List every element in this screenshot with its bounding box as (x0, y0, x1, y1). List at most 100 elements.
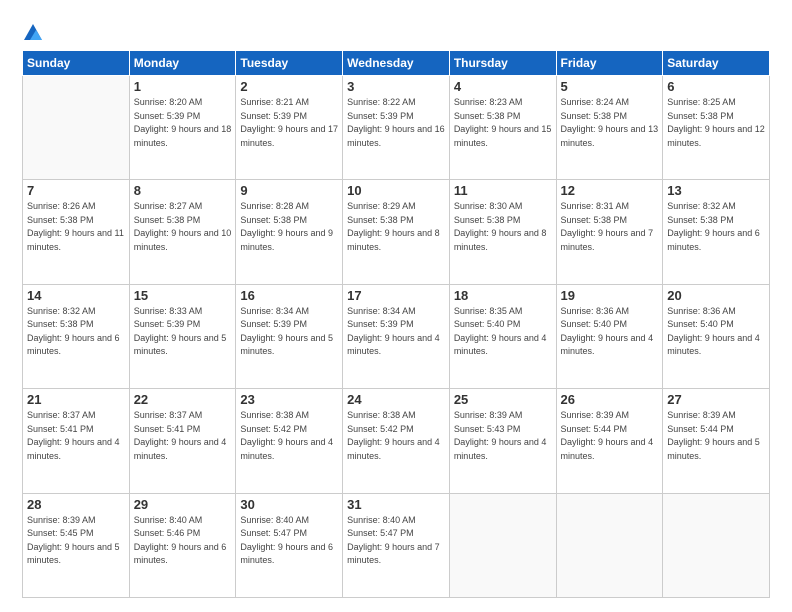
day-number: 16 (240, 288, 338, 303)
day-header-tuesday: Tuesday (236, 51, 343, 76)
cell-info: Sunrise: 8:36 AMSunset: 5:40 PMDaylight:… (667, 305, 765, 359)
cell-info: Sunrise: 8:31 AMSunset: 5:38 PMDaylight:… (561, 200, 659, 254)
calendar-cell: 29 Sunrise: 8:40 AMSunset: 5:46 PMDayligh… (129, 493, 236, 597)
calendar-table: SundayMondayTuesdayWednesdayThursdayFrid… (22, 50, 770, 598)
cell-info: Sunrise: 8:37 AMSunset: 5:41 PMDaylight:… (27, 409, 125, 463)
calendar-cell: 25Sunrise: 8:39 AMSunset: 5:43 PMDayligh… (449, 389, 556, 493)
calendar-cell: 15Sunrise: 8:33 AMSunset: 5:39 PMDayligh… (129, 284, 236, 388)
day-number: 14 (27, 288, 125, 303)
calendar-cell (556, 493, 663, 597)
calendar-cell: 22 Sunrise: 8:37 AMSunset: 5:41 PMDayligh… (129, 389, 236, 493)
day-number: 5 (561, 79, 659, 94)
calendar-cell: 14 Sunrise: 8:32 AMSunset: 5:38 PMDayligh… (23, 284, 130, 388)
day-number: 2 (240, 79, 338, 94)
calendar-cell: 13 Sunrise: 8:32 AMSunset: 5:38 PMDayligh… (663, 180, 770, 284)
day-number: 29 (134, 497, 232, 512)
calendar-cell: 27Sunrise: 8:39 AMSunset: 5:44 PMDayligh… (663, 389, 770, 493)
cell-info: Sunrise: 8:39 AMSunset: 5:43 PMDaylight:… (454, 409, 552, 463)
day-number: 26 (561, 392, 659, 407)
day-number: 12 (561, 183, 659, 198)
logo (22, 22, 48, 44)
calendar-cell: 16 Sunrise: 8:34 AMSunset: 5:39 PMDayligh… (236, 284, 343, 388)
cell-info: Sunrise: 8:24 AMSunset: 5:38 PMDaylight:… (561, 96, 659, 150)
day-number: 10 (347, 183, 445, 198)
calendar-cell: 18 Sunrise: 8:35 AMSunset: 5:40 PMDayligh… (449, 284, 556, 388)
calendar-cell: 11Sunrise: 8:30 AMSunset: 5:38 PMDayligh… (449, 180, 556, 284)
calendar-cell (663, 493, 770, 597)
calendar-page: SundayMondayTuesdayWednesdayThursdayFrid… (0, 0, 792, 612)
calendar-cell: 30 Sunrise: 8:40 AMSunset: 5:47 PMDayligh… (236, 493, 343, 597)
cell-info: Sunrise: 8:40 AMSunset: 5:47 PMDaylight:… (240, 514, 338, 568)
day-header-saturday: Saturday (663, 51, 770, 76)
calendar-cell: 24Sunrise: 8:38 AMSunset: 5:42 PMDayligh… (343, 389, 450, 493)
cell-info: Sunrise: 8:36 AMSunset: 5:40 PMDaylight:… (561, 305, 659, 359)
day-number: 8 (134, 183, 232, 198)
day-number: 20 (667, 288, 765, 303)
cell-info: Sunrise: 8:32 AMSunset: 5:38 PMDaylight:… (27, 305, 125, 359)
calendar-cell: 23 Sunrise: 8:38 AMSunset: 5:42 PMDayligh… (236, 389, 343, 493)
calendar-cell: 8 Sunrise: 8:27 AMSunset: 5:38 PMDaylight… (129, 180, 236, 284)
day-number: 1 (134, 79, 232, 94)
cell-info: Sunrise: 8:20 AMSunset: 5:39 PMDaylight:… (134, 96, 232, 150)
cell-info: Sunrise: 8:29 AMSunset: 5:38 PMDaylight:… (347, 200, 445, 254)
cell-info: Sunrise: 8:25 AMSunset: 5:38 PMDaylight:… (667, 96, 765, 150)
calendar-week-row: 7Sunrise: 8:26 AMSunset: 5:38 PMDaylight… (23, 180, 770, 284)
cell-info: Sunrise: 8:39 AMSunset: 5:44 PMDaylight:… (561, 409, 659, 463)
day-number: 30 (240, 497, 338, 512)
day-header-thursday: Thursday (449, 51, 556, 76)
calendar-week-row: 14 Sunrise: 8:32 AMSunset: 5:38 PMDayligh… (23, 284, 770, 388)
day-number: 23 (240, 392, 338, 407)
day-number: 6 (667, 79, 765, 94)
cell-info: Sunrise: 8:40 AMSunset: 5:47 PMDaylight:… (347, 514, 445, 568)
cell-info: Sunrise: 8:40 AMSunset: 5:46 PMDaylight:… (134, 514, 232, 568)
day-number: 13 (667, 183, 765, 198)
cell-info: Sunrise: 8:32 AMSunset: 5:38 PMDaylight:… (667, 200, 765, 254)
calendar-cell: 2 Sunrise: 8:21 AMSunset: 5:39 PMDaylight… (236, 76, 343, 180)
cell-info: Sunrise: 8:37 AMSunset: 5:41 PMDaylight:… (134, 409, 232, 463)
day-number: 21 (27, 392, 125, 407)
cell-info: Sunrise: 8:39 AMSunset: 5:44 PMDaylight:… (667, 409, 765, 463)
calendar-cell: 6 Sunrise: 8:25 AMSunset: 5:38 PMDaylight… (663, 76, 770, 180)
day-number: 24 (347, 392, 445, 407)
day-header-monday: Monday (129, 51, 236, 76)
calendar-cell: 4 Sunrise: 8:23 AMSunset: 5:38 PMDaylight… (449, 76, 556, 180)
cell-info: Sunrise: 8:27 AMSunset: 5:38 PMDaylight:… (134, 200, 232, 254)
cell-info: Sunrise: 8:39 AMSunset: 5:45 PMDaylight:… (27, 514, 125, 568)
cell-info: Sunrise: 8:30 AMSunset: 5:38 PMDaylight:… (454, 200, 552, 254)
calendar-cell (23, 76, 130, 180)
day-header-friday: Friday (556, 51, 663, 76)
header (22, 18, 770, 44)
calendar-week-row: 21 Sunrise: 8:37 AMSunset: 5:41 PMDayligh… (23, 389, 770, 493)
cell-info: Sunrise: 8:23 AMSunset: 5:38 PMDaylight:… (454, 96, 552, 150)
calendar-cell: 28 Sunrise: 8:39 AMSunset: 5:45 PMDayligh… (23, 493, 130, 597)
calendar-cell: 19Sunrise: 8:36 AMSunset: 5:40 PMDayligh… (556, 284, 663, 388)
cell-info: Sunrise: 8:34 AMSunset: 5:39 PMDaylight:… (240, 305, 338, 359)
cell-info: Sunrise: 8:21 AMSunset: 5:39 PMDaylight:… (240, 96, 338, 150)
calendar-cell: 26 Sunrise: 8:39 AMSunset: 5:44 PMDayligh… (556, 389, 663, 493)
day-number: 15 (134, 288, 232, 303)
day-header-sunday: Sunday (23, 51, 130, 76)
cell-info: Sunrise: 8:38 AMSunset: 5:42 PMDaylight:… (240, 409, 338, 463)
day-header-wednesday: Wednesday (343, 51, 450, 76)
calendar-cell: 7Sunrise: 8:26 AMSunset: 5:38 PMDaylight… (23, 180, 130, 284)
day-number: 4 (454, 79, 552, 94)
calendar-cell: 10 Sunrise: 8:29 AMSunset: 5:38 PMDayligh… (343, 180, 450, 284)
day-number: 28 (27, 497, 125, 512)
cell-info: Sunrise: 8:34 AMSunset: 5:39 PMDaylight:… (347, 305, 445, 359)
day-number: 22 (134, 392, 232, 407)
cell-info: Sunrise: 8:35 AMSunset: 5:40 PMDaylight:… (454, 305, 552, 359)
calendar-cell (449, 493, 556, 597)
day-number: 7 (27, 183, 125, 198)
day-number: 18 (454, 288, 552, 303)
calendar-cell: 1 Sunrise: 8:20 AMSunset: 5:39 PMDaylight… (129, 76, 236, 180)
calendar-cell: 9Sunrise: 8:28 AMSunset: 5:38 PMDaylight… (236, 180, 343, 284)
calendar-week-row: 28 Sunrise: 8:39 AMSunset: 5:45 PMDayligh… (23, 493, 770, 597)
calendar-cell: 31Sunrise: 8:40 AMSunset: 5:47 PMDayligh… (343, 493, 450, 597)
calendar-cell: 5 Sunrise: 8:24 AMSunset: 5:38 PMDaylight… (556, 76, 663, 180)
calendar-cell: 21 Sunrise: 8:37 AMSunset: 5:41 PMDayligh… (23, 389, 130, 493)
cell-info: Sunrise: 8:22 AMSunset: 5:39 PMDaylight:… (347, 96, 445, 150)
day-number: 9 (240, 183, 338, 198)
logo-icon (22, 22, 44, 44)
calendar-week-row: 1 Sunrise: 8:20 AMSunset: 5:39 PMDaylight… (23, 76, 770, 180)
day-number: 3 (347, 79, 445, 94)
